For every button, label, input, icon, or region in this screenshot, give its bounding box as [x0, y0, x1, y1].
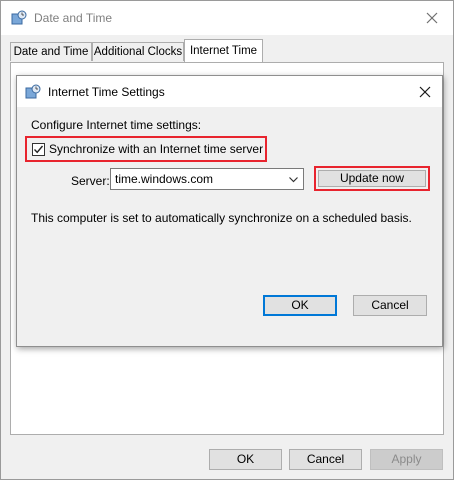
update-now-button[interactable]: Update now	[318, 170, 426, 187]
tab-additional-clocks[interactable]: Additional Clocks	[92, 42, 184, 61]
dialog-cancel-button[interactable]: Cancel	[353, 295, 427, 316]
server-value: time.windows.com	[115, 172, 214, 186]
tab-internet-time[interactable]: Internet Time	[184, 39, 263, 62]
sync-highlight: Synchronize with an Internet time server	[25, 136, 267, 162]
server-label: Server:	[71, 174, 110, 188]
dialog-titlebar: Internet Time Settings	[17, 76, 442, 107]
update-highlight: Update now	[314, 166, 430, 191]
chevron-down-icon[interactable]	[288, 174, 299, 185]
ok-button[interactable]: OK	[209, 449, 282, 470]
clock-globe-icon	[11, 10, 27, 26]
configure-label: Configure Internet time settings:	[31, 118, 202, 132]
server-combobox[interactable]: time.windows.com	[110, 168, 304, 190]
dialog-title: Internet Time Settings	[48, 85, 165, 99]
status-text: This computer is set to automatically sy…	[31, 211, 412, 225]
checkmark-icon	[33, 145, 44, 154]
apply-button[interactable]: Apply	[370, 449, 443, 470]
close-icon[interactable]	[423, 9, 441, 27]
dialog-ok-button[interactable]: OK	[263, 295, 337, 316]
tab-date-and-time[interactable]: Date and Time	[10, 42, 92, 61]
cancel-button[interactable]: Cancel	[289, 449, 362, 470]
sync-checkbox[interactable]	[32, 143, 45, 156]
window-title: Date and Time	[34, 11, 113, 25]
window-titlebar: Date and Time	[1, 1, 453, 35]
sync-label[interactable]: Synchronize with an Internet time server	[49, 142, 263, 156]
close-icon[interactable]	[416, 83, 434, 101]
internet-time-settings-dialog: Internet Time Settings Configure Interne…	[16, 75, 443, 347]
clock-globe-icon	[25, 84, 41, 100]
